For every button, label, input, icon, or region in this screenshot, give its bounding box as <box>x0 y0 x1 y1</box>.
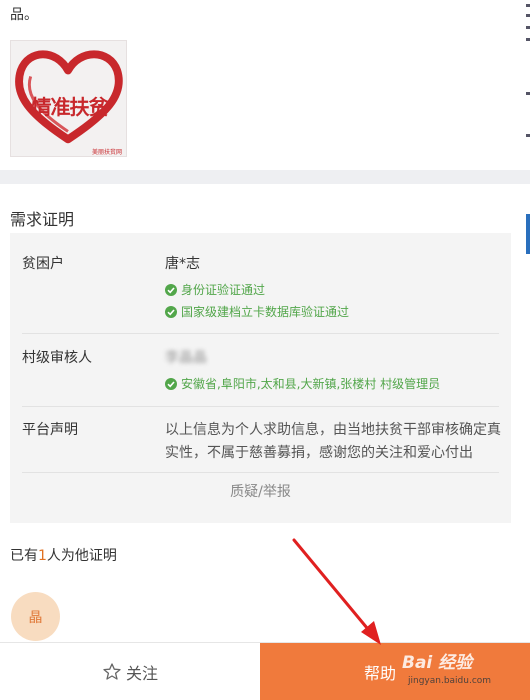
check-circle-icon <box>165 283 177 296</box>
verify-item: 安徽省,阜阳市,太和县,大新镇,张楼村 村级管理员 <box>165 375 440 392</box>
section-title: 需求证明 <box>10 210 75 229</box>
row-platform-statement: 平台声明 以上信息为个人求助信息，由当地扶贫干部审核确定真实性，不属于慈善募捐，… <box>22 419 501 469</box>
right-edge-fragment <box>522 0 530 260</box>
top-text: 品。 <box>10 7 38 23</box>
proof-count-number: 1 <box>38 548 47 564</box>
watermark-url: jingyan.baidu.com <box>408 676 492 686</box>
proof-count: 已有1人为他证明 <box>10 548 117 564</box>
check-circle-icon <box>165 305 177 318</box>
logo-text: 情准扶贫 <box>31 95 109 119</box>
row-value-blurred: 李晶晶 <box>165 350 207 366</box>
star-icon <box>103 662 121 680</box>
follow-button[interactable]: 关注 <box>0 643 260 700</box>
row-separator <box>22 472 499 473</box>
follow-label: 关注 <box>125 663 158 683</box>
project-image[interactable]: 情准扶贫 美丽扶贫网 <box>10 40 127 157</box>
verify-item: 身份证验证通过 <box>165 281 265 298</box>
row-value: 唐*志 <box>165 256 200 272</box>
row-separator <box>22 333 499 334</box>
section-divider <box>0 170 530 184</box>
report-link[interactable]: 质疑/举报 <box>10 481 511 501</box>
row-separator <box>22 406 499 407</box>
verify-item: 国家级建档立卡数据库验证通过 <box>165 303 349 320</box>
watermark-main: Bai 经验 <box>402 653 473 673</box>
avatar[interactable]: 晶 <box>11 592 60 641</box>
logo-subtext: 美丽扶贫网 <box>91 149 122 156</box>
watermark: Bai 经验 jingyan.baidu.com <box>402 646 522 692</box>
row-poor-household: 贫困户 唐*志 身份证验证通过 国家级建档立卡数据库验证通过 <box>22 253 499 323</box>
row-label: 村级审核人 <box>22 350 92 366</box>
check-circle-icon <box>165 377 177 390</box>
statement-text: 以上信息为个人求助信息，由当地扶贫干部审核确定真实性，不属于慈善募捐，感谢您的关… <box>165 422 501 461</box>
row-village-reviewer: 村级审核人 李晶晶 安徽省,阜阳市,太和县,大新镇,张楼村 村级管理员 <box>22 347 499 397</box>
help-label: 帮助 <box>364 663 397 683</box>
proof-card: 贫困户 唐*志 身份证验证通过 国家级建档立卡数据库验证通过 村级审核人 李晶晶… <box>10 233 511 523</box>
row-label: 贫困户 <box>22 256 64 272</box>
row-label: 平台声明 <box>22 422 78 438</box>
